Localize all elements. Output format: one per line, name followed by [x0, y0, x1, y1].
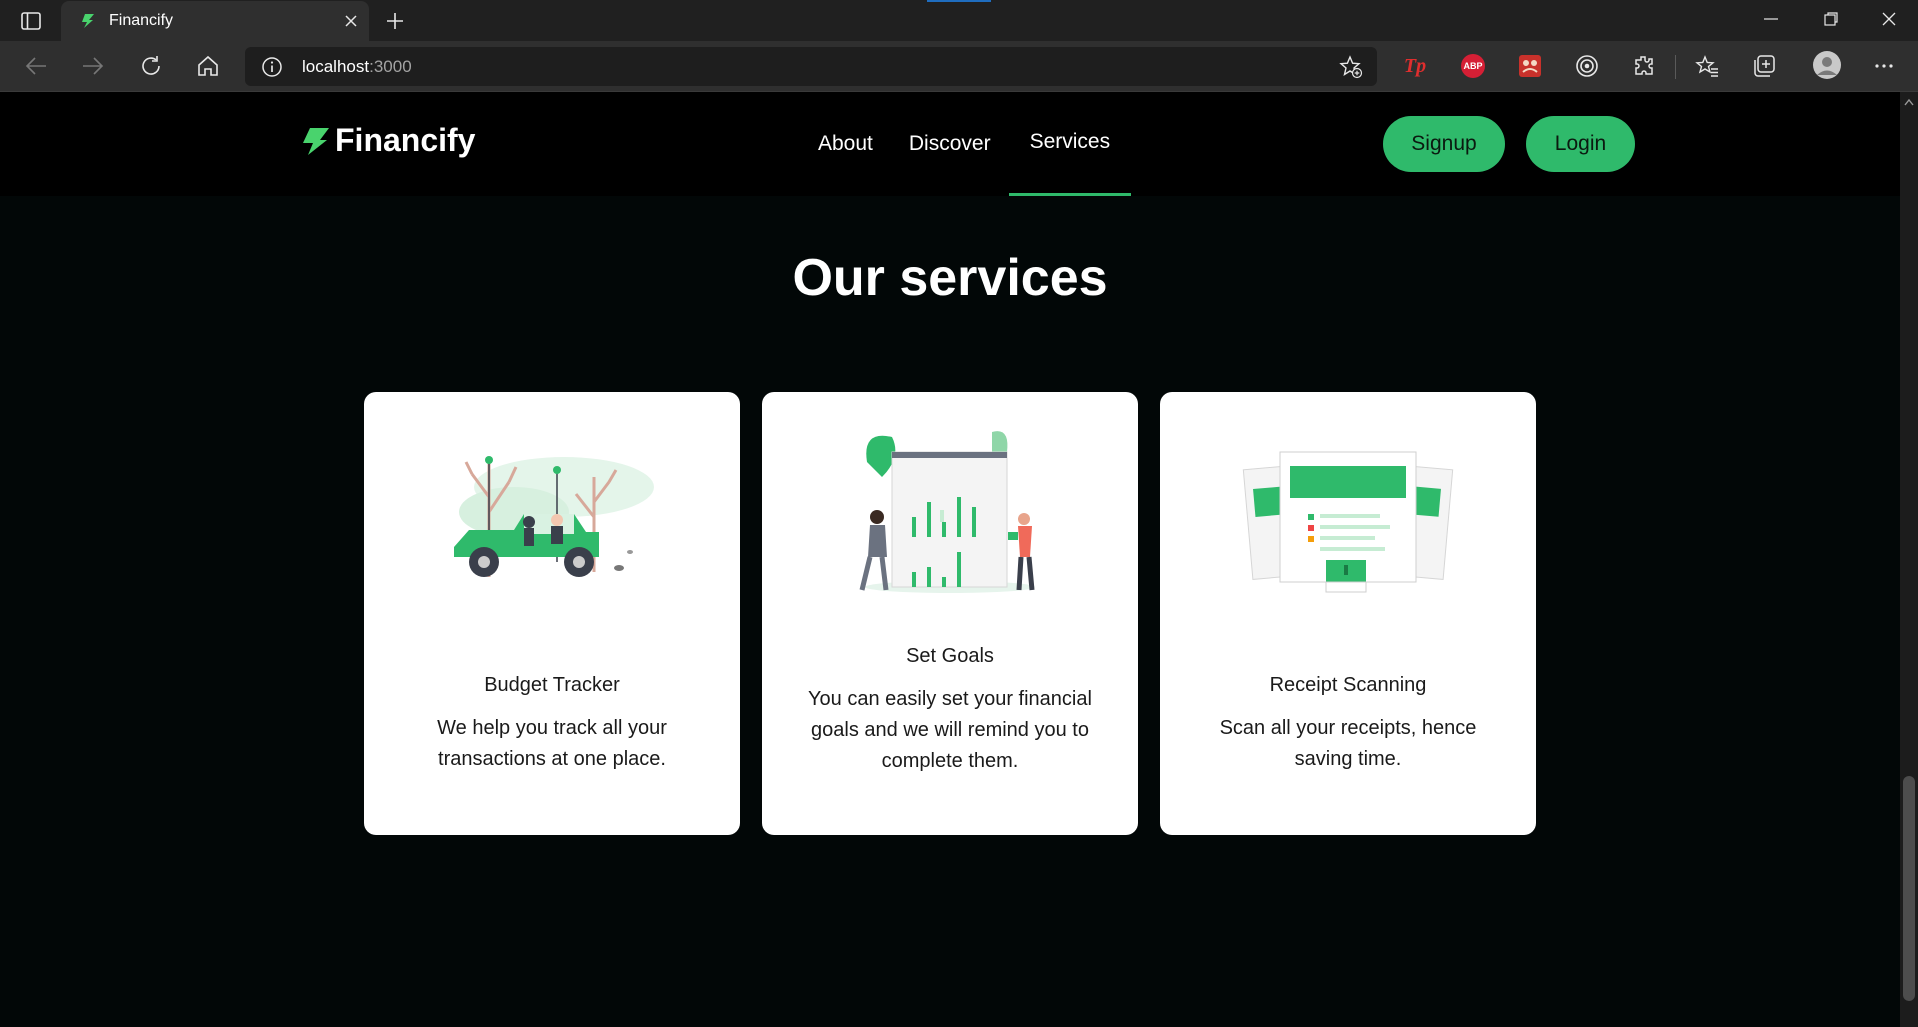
service-card-budget: Budget Tracker We help you track all you…: [364, 392, 740, 835]
tab-strip-accent: [927, 0, 991, 2]
signup-label: Signup: [1411, 132, 1477, 155]
address-bar[interactable]: localhost:3000: [245, 47, 1377, 86]
card-title: Receipt Scanning: [1269, 674, 1427, 696]
favicon: [82, 14, 94, 28]
receipt-scanning-illustration: [1242, 451, 1454, 593]
close-icon[interactable]: [341, 11, 361, 31]
url-text: localhost:3000: [302, 57, 412, 77]
scrollbar-thumb[interactable]: [1903, 776, 1915, 1001]
browser-tab[interactable]: Financify: [61, 1, 369, 41]
nav-discover-label: Discover: [908, 132, 991, 155]
favorites-icon[interactable]: [1694, 53, 1720, 79]
plus-icon[interactable]: [380, 8, 410, 34]
profile-icon[interactable]: [1811, 49, 1843, 81]
service-card-goals: Set Goals You can easily set your financ…: [762, 392, 1138, 835]
site-navbar: Financify About Discover Services Signup…: [0, 92, 1900, 196]
tp-extension-icon[interactable]: Tp: [1402, 53, 1428, 79]
signup-button[interactable]: Signup: [1383, 116, 1505, 172]
budget-tracker-illustration: [454, 456, 654, 577]
info-icon[interactable]: [261, 56, 283, 78]
forward-icon[interactable]: [75, 48, 111, 84]
browser-window: Financify localhost:3000 Tp ABP Financif…: [0, 0, 1918, 1027]
service-card-receipts: Receipt Scanning Scan all your receipts,…: [1160, 392, 1536, 835]
more-icon[interactable]: [1871, 53, 1897, 79]
abp-extension-label: ABP: [1463, 61, 1483, 71]
card-title: Budget Tracker: [484, 674, 620, 696]
card-description: You can easily set your financial goals …: [808, 688, 1092, 772]
login-label: Login: [1554, 132, 1607, 155]
minimize-icon[interactable]: [1742, 0, 1800, 38]
tab-actions-icon[interactable]: [14, 9, 48, 33]
logo-icon: [303, 127, 329, 155]
section-heading: Our services: [792, 249, 1108, 307]
toolbar-separator: [1675, 55, 1676, 79]
nav-discover[interactable]: Discover: [891, 92, 1009, 196]
card-description: We help you track all your transactions …: [437, 717, 667, 770]
scroll-up-icon[interactable]: [1904, 98, 1914, 106]
tab-strip: Financify: [0, 0, 1918, 41]
brand-name: Financify: [335, 122, 476, 158]
card-title: Set Goals: [906, 645, 994, 667]
url-host: localhost: [302, 57, 370, 76]
login-button[interactable]: Login: [1526, 116, 1635, 172]
abp-extension-icon[interactable]: ABP: [1460, 53, 1486, 79]
nav-services[interactable]: Services: [1008, 92, 1132, 196]
page-content: Financify About Discover Services Signup…: [0, 92, 1900, 1027]
target-extension-icon[interactable]: [1574, 53, 1600, 79]
puzzle-extension-icon[interactable]: [1517, 53, 1543, 79]
tp-extension-label: Tp: [1403, 54, 1427, 77]
add-favorite-icon[interactable]: [1339, 55, 1363, 79]
card-description: Scan all your receipts, hence saving tim…: [1219, 717, 1477, 770]
brand-logo[interactable]: Financify: [300, 122, 475, 159]
browser-toolbar: localhost:3000 Tp ABP: [0, 41, 1918, 92]
restore-icon[interactable]: [1802, 0, 1860, 38]
set-goals-illustration: [859, 431, 1035, 593]
window-close-icon[interactable]: [1860, 0, 1918, 38]
page-scrollbar[interactable]: [1900, 92, 1918, 1027]
home-icon[interactable]: [190, 48, 226, 84]
nav-about[interactable]: About: [800, 92, 891, 196]
url-port: :3000: [369, 57, 412, 76]
site-nav: About Discover Services: [800, 92, 1131, 196]
reload-icon[interactable]: [133, 48, 169, 84]
nav-about-label: About: [818, 132, 873, 155]
nav-services-label: Services: [1029, 130, 1111, 153]
collections-icon[interactable]: [1751, 53, 1777, 79]
extensions-icon[interactable]: [1631, 53, 1657, 79]
tab-title: Financify: [109, 12, 174, 29]
back-icon[interactable]: [18, 48, 54, 84]
